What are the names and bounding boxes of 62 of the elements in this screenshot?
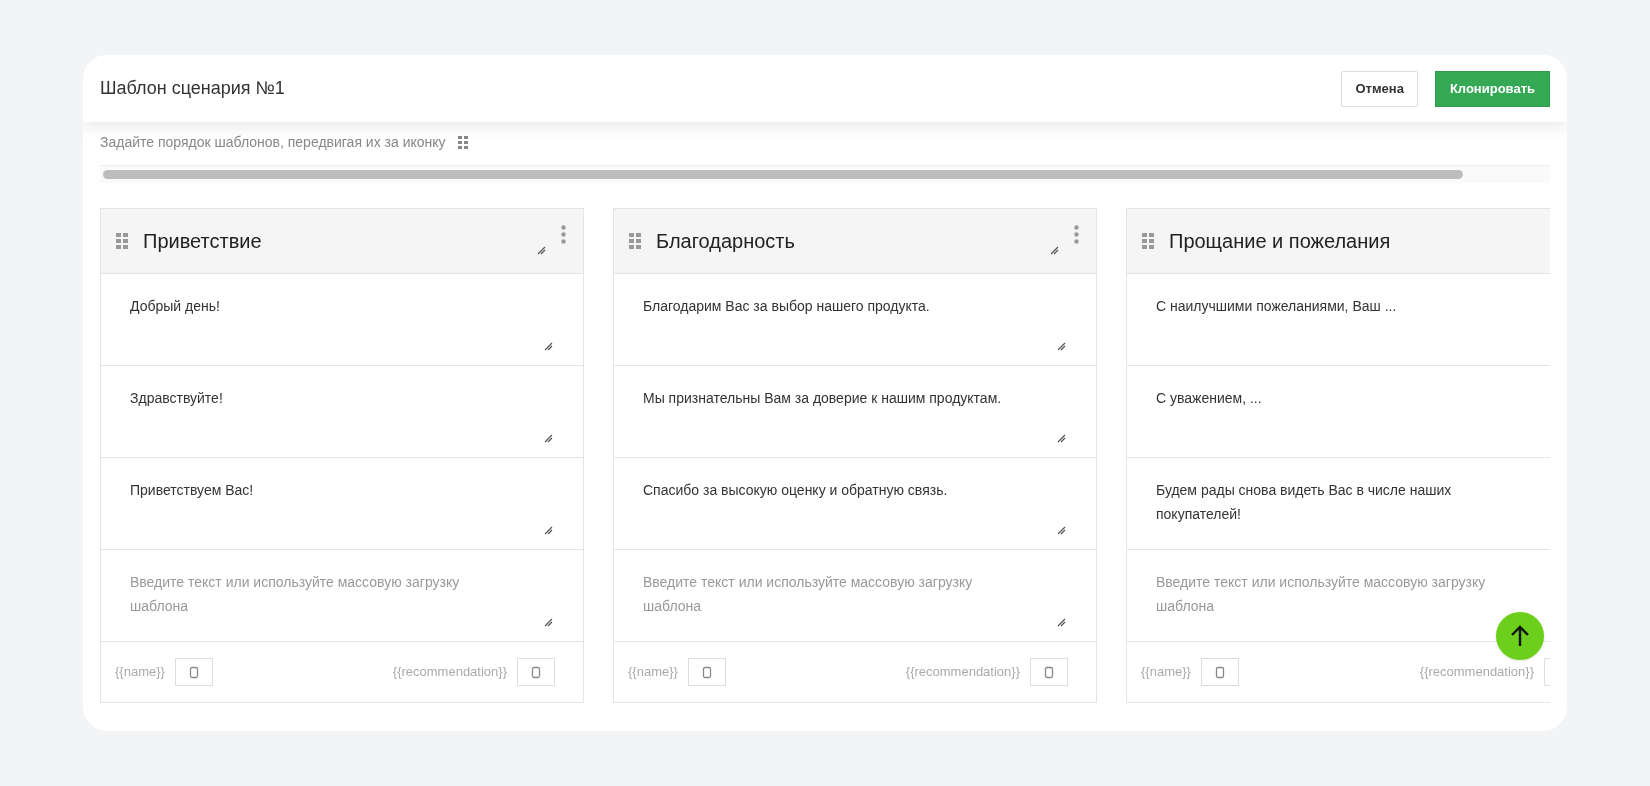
column-title: Благодарность [656,229,795,254]
resize-handle-icon[interactable] [1057,526,1066,535]
template-text: Добрый день! [130,297,221,316]
template-text-area[interactable]: Приветствуем Вас! [101,457,583,549]
copy-icon [531,665,541,679]
scrollbar-thumb[interactable] [103,170,1463,179]
copy-icon [1214,665,1225,679]
hint-text: Задайте порядок шаблонов, передвигая их за иконку [100,133,446,152]
template-text: С наилучшими пожеланиями, Ваш ... [1156,297,1398,316]
template-text-area[interactable]: Спасибо за высокую оценку и обратную связь. [614,457,1096,549]
variable-tag: {{name}} [628,662,678,682]
placeholder-text: Введите текст или используйте массовую загрузку шаблона [643,573,974,616]
resize-handle-icon[interactable] [544,526,553,535]
copy-icon [188,665,199,679]
template-text-area[interactable]: Здравствуйте! [101,365,583,457]
template-text-area[interactable]: С наилучшими пожеланиями, Ваш ... [1127,273,1550,365]
resize-handle-icon[interactable] [544,342,553,351]
variable-tag: {{recommendation}} [1419,662,1534,682]
kebab-menu-icon[interactable] [561,225,566,244]
arrow-up-icon [1510,625,1530,647]
drag-handle-icon[interactable] [629,232,641,250]
variable-tag: {{recommendation}} [905,662,1020,682]
template-text: Мы признательны Вам за доверие к нашим продуктам. [643,389,1003,408]
template-text: Благодарим Вас за выбор нашего продукта. [643,297,931,316]
template-text: С уважением, ... [1156,389,1263,408]
resize-handle-icon[interactable] [544,434,553,443]
kebab-menu-icon[interactable] [1074,225,1079,244]
variable-tag: {{name}} [115,662,165,682]
template-text: Здравствуйте! [130,389,224,408]
template-text-area[interactable]: Благодарим Вас за выбор нашего продукта. [614,273,1096,365]
column-title: Приветствие [143,229,262,254]
resize-handle-icon[interactable] [1050,246,1059,255]
placeholder-text: Введите текст или используйте массовую загрузку шаблона [130,573,461,616]
resize-handle-icon[interactable] [537,246,546,255]
variable-tag: {{recommendation}} [392,662,507,682]
template-text-area[interactable]: С уважением, ... [1127,365,1550,457]
resize-handle-icon[interactable] [1057,618,1066,627]
template-text: Спасибо за высокую оценку и обратную связь. [643,481,949,500]
copy-icon [1044,665,1054,679]
drag-handle-icon[interactable] [116,232,128,250]
template-text-area[interactable]: Будем рады снова видеть Вас в числе наших покупателей! [1127,457,1550,549]
page-title: Шаблон сценария №1 [100,77,285,100]
cancel-button[interactable]: Отмена [1341,70,1418,107]
copy-button[interactable] [517,658,555,686]
drag-handle-icon[interactable] [1142,232,1154,250]
copy-button[interactable] [174,658,213,686]
resize-handle-icon[interactable] [544,618,553,627]
variable-tag: {{name}} [1141,662,1191,682]
copy-icon [701,665,712,679]
resize-handle-icon[interactable] [1057,342,1066,351]
template-text: Будем рады снова видеть Вас в числе наших покупателей! [1156,481,1453,524]
copy-button[interactable] [1030,658,1068,686]
copy-button[interactable] [687,658,726,686]
resize-handle-icon[interactable] [1057,434,1066,443]
column-title: Прощание и пожелания [1169,229,1391,254]
template-text-area[interactable]: Мы признательны Вам за доверие к нашим продуктам. [614,365,1096,457]
template-text-area[interactable]: Добрый день! [101,273,583,365]
placeholder-text: Введите текст или используйте массовую загрузку шаблона [1156,573,1487,616]
template-text: Приветствуем Вас! [130,481,255,500]
scrollbar-track[interactable] [100,165,1550,183]
copy-button[interactable] [1200,658,1239,686]
drag-handle-icon [457,135,468,150]
